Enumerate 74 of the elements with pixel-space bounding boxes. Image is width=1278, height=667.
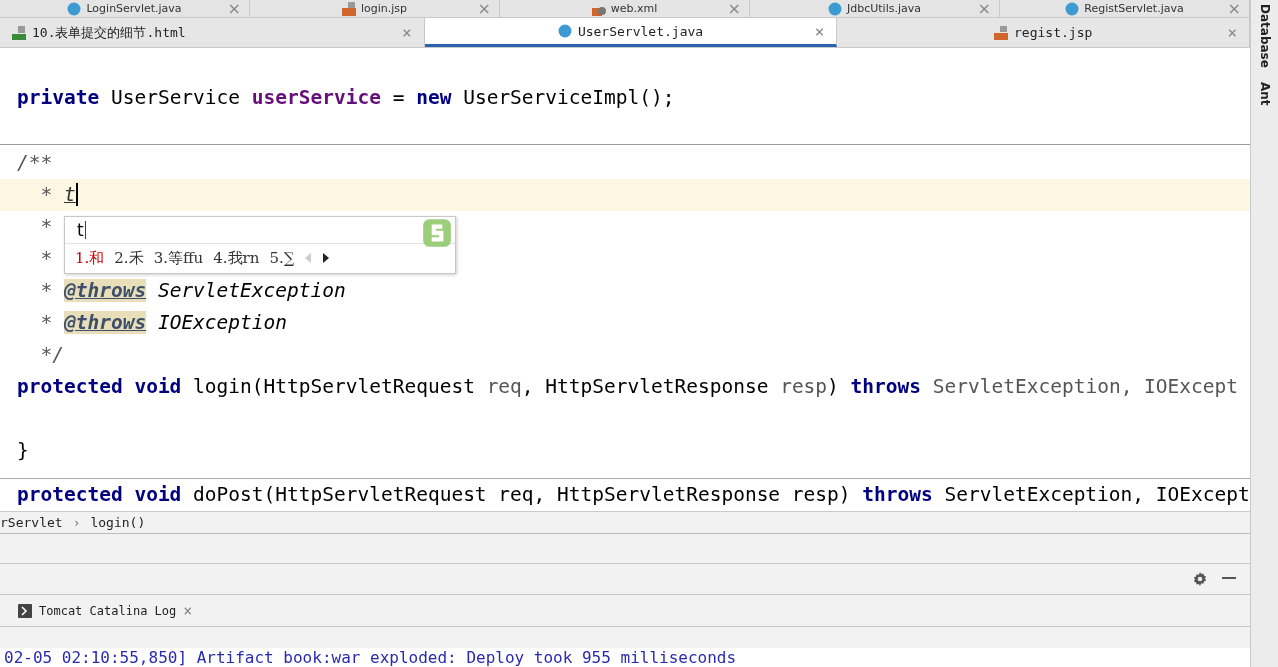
close-icon[interactable]: × bbox=[814, 21, 825, 41]
code-text: private bbox=[17, 85, 100, 109]
ime-candidate[interactable]: 4.我rn bbox=[213, 248, 260, 268]
editor-tab[interactable]: JdbcUtils.java × bbox=[750, 0, 1000, 18]
code-text: } bbox=[17, 438, 29, 462]
tab-label: web.xml bbox=[610, 2, 658, 16]
code-text: new bbox=[416, 85, 452, 109]
code-text: ) bbox=[827, 374, 840, 398]
code-text: t bbox=[63, 182, 78, 206]
ime-candidate[interactable]: 2.禾 bbox=[114, 248, 144, 268]
class-icon bbox=[557, 24, 572, 39]
class-icon bbox=[828, 1, 842, 16]
code-text: protected void bbox=[17, 482, 182, 506]
code-text: , HttpServletResponse bbox=[521, 374, 770, 398]
code-text: = bbox=[391, 85, 406, 109]
code-text: UserService bbox=[109, 85, 242, 109]
code-text: req bbox=[486, 374, 522, 398]
tab-label: UserServlet.java bbox=[577, 23, 704, 39]
code-text: @throws bbox=[63, 310, 147, 334]
next-arrow-icon[interactable] bbox=[322, 252, 331, 265]
editor-tab[interactable]: regist.jsp × bbox=[837, 18, 1250, 47]
code-text: protected void bbox=[17, 374, 182, 398]
ime-candidate[interactable]: 5.∑ bbox=[269, 249, 295, 268]
tab-label: 10.表单提交的细节.html bbox=[32, 23, 186, 42]
code-text: */ bbox=[39, 342, 64, 366]
jsp-file-icon bbox=[994, 25, 1009, 40]
s-logo-icon bbox=[421, 216, 453, 249]
tool-tab[interactable]: Tomcat Catalina Log × bbox=[0, 601, 193, 620]
breadcrumb-item[interactable]: login() bbox=[90, 514, 146, 530]
code-text: doPost(HttpServletRequest req, HttpServletResponse resp) bbox=[192, 482, 852, 506]
editor-tab[interactable]: LoginServlet.java × bbox=[0, 0, 250, 18]
class-icon bbox=[1065, 1, 1080, 16]
code-text: ServletException, IOExcept bbox=[943, 482, 1250, 506]
side-tool-tab[interactable]: Database bbox=[1257, 4, 1272, 68]
code-text: * bbox=[39, 182, 54, 206]
ime-input-text: t bbox=[77, 219, 84, 240]
ime-candidate[interactable]: 3.等ffu bbox=[153, 248, 204, 268]
minimize-icon[interactable] bbox=[1222, 577, 1236, 581]
code-text: ServletException, IOExcept bbox=[931, 374, 1239, 398]
console-icon bbox=[18, 603, 32, 618]
tab-label: RegistServlet.java bbox=[1084, 2, 1184, 16]
code-text: * bbox=[39, 214, 53, 238]
tab-label: LoginServlet.java bbox=[86, 2, 182, 16]
editor-tab[interactable]: login.jsp × bbox=[250, 0, 500, 18]
editor-tab[interactable]: 10.表单提交的细节.html × bbox=[0, 18, 425, 47]
editor-tab[interactable]: UserServlet.java × bbox=[424, 18, 838, 47]
code-text: * bbox=[39, 278, 54, 302]
editor-tab[interactable]: RegistServlet.java × bbox=[1000, 0, 1250, 18]
jsp-file-icon bbox=[341, 1, 356, 16]
tab-label: login.jsp bbox=[360, 2, 408, 16]
code-text: throws bbox=[850, 374, 922, 398]
code-text: ServletException bbox=[156, 278, 346, 302]
code-text: resp bbox=[780, 374, 828, 398]
code-text: * bbox=[39, 246, 53, 270]
tab-label: regist.jsp bbox=[1014, 25, 1093, 41]
editor-tab[interactable]: web.xml × bbox=[500, 0, 750, 18]
code-text: * bbox=[39, 310, 54, 334]
log-line: 02-05 02:10:55,850] Artifact book:war exploded: Deploy took 955 milliseconds bbox=[4, 648, 737, 667]
code-text: userService bbox=[251, 85, 381, 109]
tab-label: Tomcat Catalina Log bbox=[39, 603, 177, 618]
tab-label: JdbcUtils.java bbox=[847, 2, 921, 16]
code-text: UserServiceImpl(); bbox=[462, 85, 675, 109]
code-text: /** bbox=[17, 150, 53, 174]
side-tool-tab[interactable]: Ant bbox=[1257, 81, 1272, 106]
code-text: login(HttpServletRequest bbox=[192, 374, 476, 398]
chevron-icon: › bbox=[72, 514, 81, 530]
code-text: throws bbox=[862, 482, 933, 506]
code-text: IOException bbox=[156, 310, 288, 334]
ime-candidate[interactable]: 1.和 bbox=[75, 248, 105, 268]
settings-icon[interactable] bbox=[1192, 571, 1208, 587]
class-icon bbox=[67, 1, 82, 16]
html-file-icon bbox=[12, 25, 26, 40]
code-text: @throws bbox=[63, 278, 147, 302]
breadcrumb-item[interactable]: rServlet bbox=[0, 514, 63, 530]
